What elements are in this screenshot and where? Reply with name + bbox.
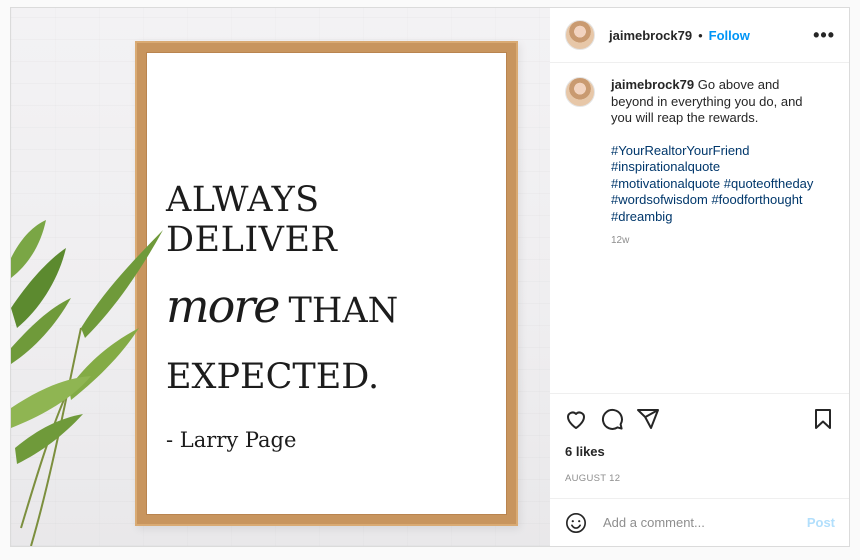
caption-body: jaimebrock79 Go above and beyond in ever… <box>611 77 821 250</box>
caption-time[interactable]: 12w <box>611 233 821 250</box>
hashtag[interactable]: #inspirationalquote <box>611 159 720 174</box>
plant-leaves <box>11 220 163 546</box>
hashtag[interactable]: #YourRealtorYourFriend <box>611 143 750 158</box>
hashtag[interactable]: #quoteoftheday <box>724 176 814 191</box>
likes-count[interactable]: 6 likes <box>550 444 849 459</box>
bookmark-icon[interactable] <box>811 407 835 431</box>
more-options-icon[interactable]: ••• <box>813 26 835 44</box>
follow-button[interactable]: Follow <box>709 28 750 43</box>
post-header: jaimebrock79 • Follow ••• <box>550 8 849 63</box>
post-date: AUGUST 12 <box>565 473 621 484</box>
add-comment-bar: Post <box>550 498 849 546</box>
action-bar <box>550 396 849 442</box>
caption-avatar[interactable] <box>565 77 595 107</box>
share-icon[interactable] <box>636 407 660 431</box>
post-image[interactable]: ALWAYS DELIVER more THAN EXPECTED. - Larr… <box>11 8 550 546</box>
heart-icon[interactable] <box>564 407 588 431</box>
emoji-icon[interactable] <box>565 512 587 534</box>
hashtag[interactable]: #dreambig <box>611 209 672 224</box>
comments-area: jaimebrock79 Go above and beyond in ever… <box>550 63 849 393</box>
comment-input[interactable] <box>601 514 807 531</box>
actions-section: 6 likes AUGUST 12 <box>550 393 849 498</box>
comment-icon[interactable] <box>600 407 624 431</box>
hashtag[interactable]: #foodforthought <box>711 192 802 207</box>
caption-username[interactable]: jaimebrock79 <box>611 77 694 92</box>
hashtag-list: #YourRealtorYourFriend #inspirationalquo… <box>611 143 821 226</box>
instagram-post: ALWAYS DELIVER more THAN EXPECTED. - Larr… <box>10 7 850 547</box>
post-side-panel: jaimebrock79 • Follow ••• jaimebrock79 G… <box>550 8 849 546</box>
hashtag[interactable]: #wordsofwisdom <box>611 192 708 207</box>
avatar[interactable] <box>565 20 595 50</box>
header-username[interactable]: jaimebrock79 <box>609 28 692 43</box>
caption: jaimebrock79 Go above and beyond in ever… <box>565 77 834 250</box>
header-separator: • <box>698 27 703 43</box>
post-comment-button[interactable]: Post <box>807 515 835 530</box>
hashtag[interactable]: #motivationalquote <box>611 176 720 191</box>
